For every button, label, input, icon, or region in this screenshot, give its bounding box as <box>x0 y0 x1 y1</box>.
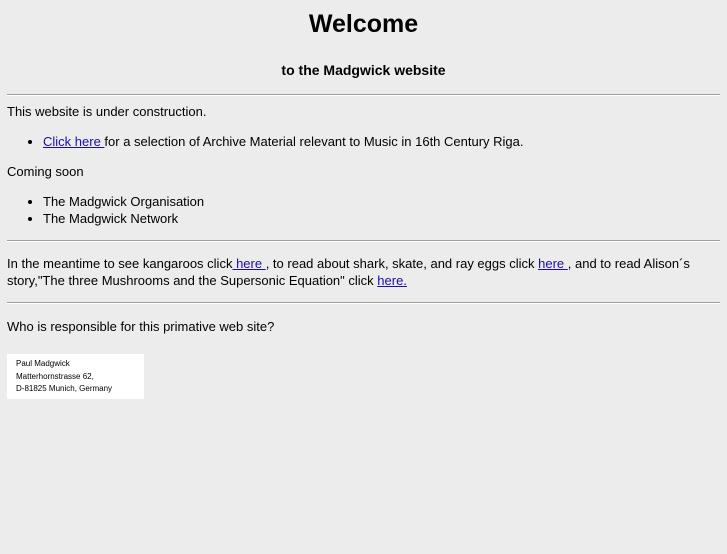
address-city: D-81825 Munich, Germany <box>16 384 113 393</box>
story-link[interactable]: here. <box>377 273 407 288</box>
divider-2 <box>7 240 720 242</box>
page-content: Welcome to the Madgwick website This web… <box>0 9 727 335</box>
eggs-link[interactable]: here <box>538 256 568 271</box>
construction-notice: This website is under construction. <box>7 104 207 119</box>
meantime-paragraph: In the meantime to see kangaroos click h… <box>7 255 720 289</box>
divider-3 <box>7 302 720 304</box>
meantime-text-2: , to read about shark, skate, and ray eg… <box>265 256 539 271</box>
archive-list-item: Click here for a selection of Archive Ma… <box>43 133 720 150</box>
coming-soon-list: The Madgwick Organisation The Madgwick N… <box>7 193 720 227</box>
address-name: Paul Madgwick <box>16 359 70 368</box>
archive-description: for a selection of Archive Material rele… <box>104 134 524 149</box>
address-box: Paul Madgwick Matterhornstrasse 62, D-81… <box>7 354 144 399</box>
divider-1 <box>7 94 720 96</box>
responsible-question: Who is responsible for this primative we… <box>7 319 275 334</box>
coming-soon-heading: Coming soon <box>7 164 84 179</box>
coming-soon-item-network: The Madgwick Network <box>43 210 720 227</box>
kangaroos-link[interactable]: here <box>232 256 265 271</box>
meantime-text-1: In the meantime to see kangaroos click <box>7 256 233 271</box>
coming-soon-item-organisation: The Madgwick Organisation <box>43 193 720 210</box>
archive-list: Click here for a selection of Archive Ma… <box>7 133 720 150</box>
page-subtitle: to the Madgwick website <box>281 62 446 78</box>
address-street: Matterhornstrasse 62, <box>16 371 94 381</box>
page-title: Welcome <box>308 10 419 38</box>
archive-link[interactable]: Click here <box>43 134 104 149</box>
